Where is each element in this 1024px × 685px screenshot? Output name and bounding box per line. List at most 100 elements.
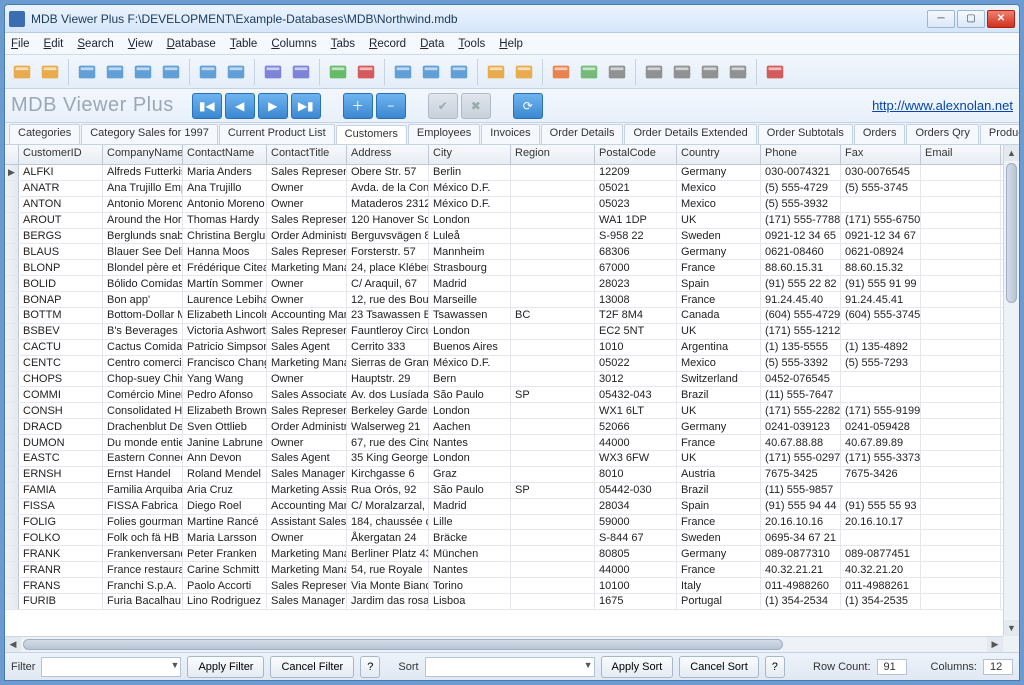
menu-tabs[interactable]: Tabs [331, 38, 355, 50]
import-icon[interactable] [576, 59, 602, 85]
cell[interactable]: Bern [429, 372, 511, 387]
open-icon[interactable] [9, 59, 35, 85]
cell[interactable]: 7675-3425 [761, 467, 841, 482]
cell[interactable] [921, 594, 1001, 609]
cell[interactable]: Germany [677, 546, 761, 561]
cell[interactable]: 28023 [595, 276, 677, 291]
cell[interactable]: Lille [429, 515, 511, 530]
cell[interactable]: Nantes [429, 562, 511, 577]
cell[interactable]: 23 Tsawassen Blvd [347, 308, 429, 323]
table-row[interactable]: FRANSFranchi S.p.A.Paolo AccortiSales Re… [5, 578, 1003, 594]
post-edit-button[interactable]: ✔ [428, 93, 458, 119]
cell[interactable]: Yang Wang [183, 372, 267, 387]
cell[interactable]: (1) 135-5555 [761, 340, 841, 355]
cell[interactable]: Mataderos 2312 [347, 197, 429, 212]
table-row[interactable]: COMMIComércio MineiroPedro AfonsoSales A… [5, 387, 1003, 403]
cell[interactable]: Sven Ottlieb [183, 419, 267, 434]
cell[interactable]: Du monde entier [103, 435, 183, 450]
cell[interactable]: Ann Devon [183, 451, 267, 466]
cell[interactable]: Owner [267, 276, 347, 291]
cell[interactable]: Owner [267, 372, 347, 387]
cell[interactable]: Janine Labrune [183, 435, 267, 450]
exit-icon[interactable] [762, 59, 788, 85]
cell[interactable]: Sales Representat [267, 213, 347, 228]
compact-icon[interactable] [641, 59, 667, 85]
cell[interactable]: Luleå [429, 229, 511, 244]
table-row[interactable]: ERNSHErnst HandelRoland MendelSales Mana… [5, 467, 1003, 483]
cell[interactable] [511, 165, 595, 180]
cell[interactable]: Forsterstr. 57 [347, 244, 429, 259]
cell[interactable] [511, 562, 595, 577]
cell[interactable]: 0921-12 34 67 [841, 229, 921, 244]
cell[interactable]: Sales Representat [267, 244, 347, 259]
column-header-email[interactable]: Email [921, 145, 1001, 164]
cell[interactable] [921, 324, 1001, 339]
cell[interactable]: Sales Agent [267, 451, 347, 466]
cell[interactable]: México D.F. [429, 356, 511, 371]
menu-table[interactable]: Table [230, 38, 258, 50]
cell[interactable]: (171) 555-0297 [761, 451, 841, 466]
maximize-button[interactable]: ▢ [957, 10, 985, 28]
close-button[interactable]: ✕ [987, 10, 1015, 28]
cell[interactable]: Berlin [429, 165, 511, 180]
cell[interactable]: Sales Representat [267, 165, 347, 180]
cell[interactable]: (171) 555-3373 [841, 451, 921, 466]
cell[interactable] [921, 419, 1001, 434]
cell[interactable]: 52066 [595, 419, 677, 434]
vscroll-thumb[interactable] [1006, 163, 1017, 303]
cell[interactable]: Bon app' [103, 292, 183, 307]
tab-current-product-list[interactable]: Current Product List [219, 124, 335, 144]
cell[interactable]: Blauer See Delikat [103, 244, 183, 259]
cell[interactable] [511, 578, 595, 593]
cell[interactable]: 05442-030 [595, 483, 677, 498]
cell[interactable]: UK [677, 324, 761, 339]
cell[interactable]: France [677, 515, 761, 530]
cell[interactable]: (5) 555-3745 [841, 181, 921, 196]
print-icon[interactable] [604, 59, 630, 85]
cell[interactable]: Martín Sommer [183, 276, 267, 291]
cell[interactable]: (1) 354-2535 [841, 594, 921, 609]
cell[interactable]: Assistant Sales Ag [267, 515, 347, 530]
cell[interactable]: FISSA [19, 499, 103, 514]
table-row[interactable]: ANTONAntonio Moreno TaAntonio MorenoOwne… [5, 197, 1003, 213]
cell[interactable]: (604) 555-4729 [761, 308, 841, 323]
scroll-left-button[interactable]: ◀ [5, 637, 21, 652]
cell[interactable]: Christina Berglund [183, 229, 267, 244]
cell[interactable]: Hanna Moos [183, 244, 267, 259]
cell[interactable]: (5) 555-7293 [841, 356, 921, 371]
export-icon[interactable] [548, 59, 574, 85]
hscroll-thumb[interactable] [23, 639, 783, 650]
cell[interactable]: (171) 555-6750 [841, 213, 921, 228]
cell[interactable]: CONSH [19, 403, 103, 418]
cell[interactable]: FRANS [19, 578, 103, 593]
cell[interactable]: ALFKI [19, 165, 103, 180]
cell[interactable]: Antonio Moreno Ta [103, 197, 183, 212]
cell[interactable]: Paolo Accorti [183, 578, 267, 593]
cell[interactable]: BSBEV [19, 324, 103, 339]
cell[interactable] [511, 594, 595, 609]
cell[interactable]: (604) 555-3745 [841, 308, 921, 323]
cell[interactable]: WX1 6LT [595, 403, 677, 418]
cell[interactable] [921, 372, 1001, 387]
table-view-icon[interactable] [74, 59, 100, 85]
cell[interactable] [921, 435, 1001, 450]
cell[interactable]: Chop-suey Chinese [103, 372, 183, 387]
tab-customers[interactable]: Customers [336, 125, 407, 145]
cell[interactable]: 12209 [595, 165, 677, 180]
cell[interactable]: Lisboa [429, 594, 511, 609]
table-row[interactable]: FAMIAFamilia ArquibaldoAria CruzMarketin… [5, 483, 1003, 499]
cell[interactable]: Madrid [429, 499, 511, 514]
cell[interactable]: Buenos Aires [429, 340, 511, 355]
menu-edit[interactable]: Edit [44, 38, 64, 50]
cell[interactable]: (171) 555-9199 [841, 403, 921, 418]
table-row[interactable]: CHOPSChop-suey ChineseYang WangOwnerHaup… [5, 372, 1003, 388]
cell[interactable]: Owner [267, 530, 347, 545]
table-row[interactable]: BLAUSBlauer See DelikatHanna MoosSales R… [5, 244, 1003, 260]
cell[interactable]: France [677, 562, 761, 577]
cell[interactable] [511, 213, 595, 228]
cell[interactable] [511, 292, 595, 307]
cell[interactable]: México D.F. [429, 197, 511, 212]
cell[interactable] [921, 244, 1001, 259]
cell[interactable]: Madrid [429, 276, 511, 291]
cell[interactable]: Owner [267, 292, 347, 307]
